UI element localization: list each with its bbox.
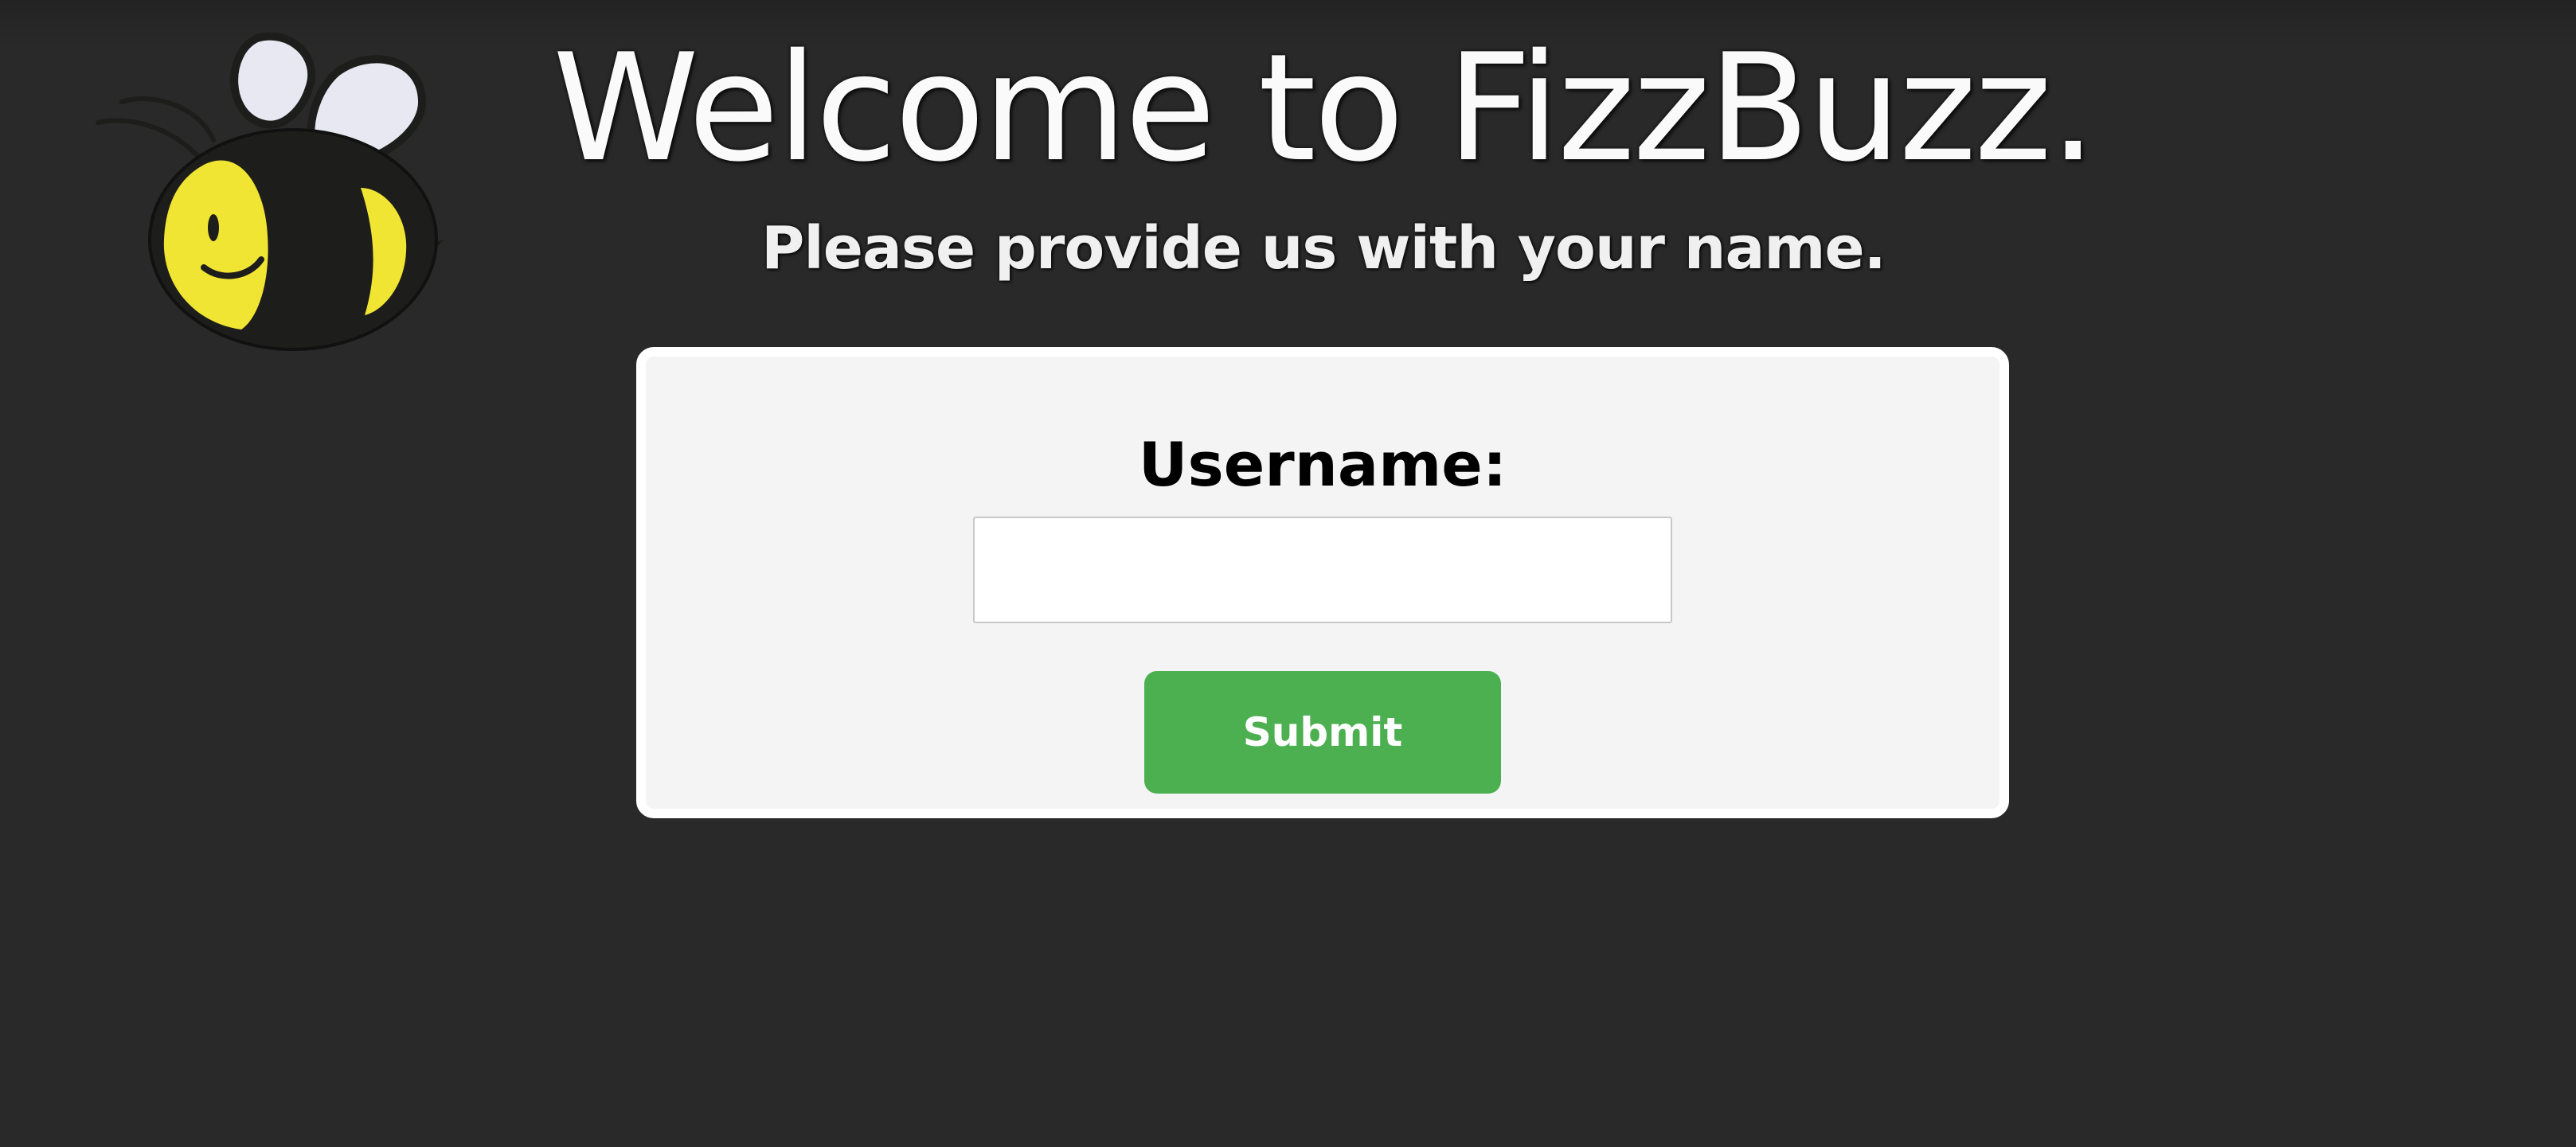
submit-button[interactable]: Submit <box>1144 671 1501 794</box>
page-title: Welcome to FizzBuzz. <box>552 21 2097 194</box>
username-label: Username: <box>1138 429 1507 500</box>
page-subtitle: Please provide us with your name. <box>761 214 1886 283</box>
page: Welcome to FizzBuzz. Please provide us w… <box>0 0 2576 1147</box>
username-input[interactable] <box>973 517 1672 623</box>
username-form: Username: Submit <box>636 347 2009 818</box>
